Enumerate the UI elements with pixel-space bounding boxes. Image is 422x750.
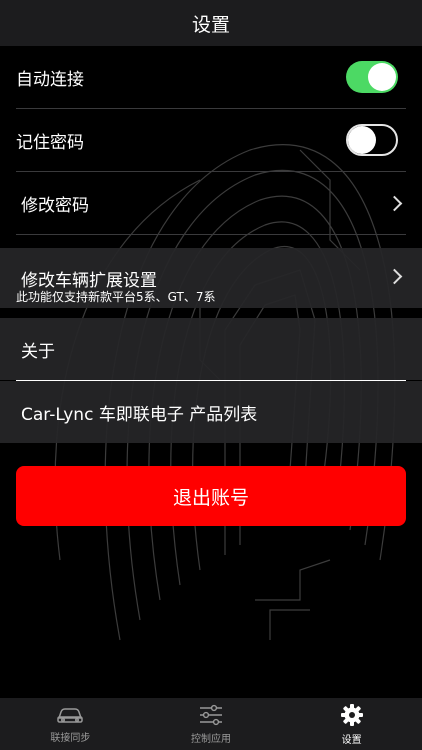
about-label: 关于 (21, 341, 55, 362)
toggle-knob (348, 126, 376, 154)
nav-header: 设置 (0, 0, 422, 46)
change-password-row[interactable]: 修改密码 (0, 172, 422, 234)
change-password-label: 修改密码 (21, 195, 89, 216)
auto-connect-toggle[interactable] (346, 61, 398, 93)
logout-label: 退出账号 (172, 486, 249, 509)
sliders-icon (200, 704, 222, 725)
tab-label: 控制应用 (191, 733, 231, 745)
car-icon (57, 707, 84, 723)
tab-label: 联接同步 (50, 732, 91, 744)
page-title: 设置 (191, 13, 230, 36)
tab-connect-sync[interactable]: 联接同步 (0, 698, 141, 750)
toggle-knob (368, 63, 396, 91)
vehicle-extension-note: 此功能仅支持新款平台5系、GT、7系 (16, 290, 216, 304)
remember-password-toggle[interactable] (346, 124, 398, 156)
chevron-right-icon (386, 268, 403, 285)
gear-icon (340, 703, 363, 726)
about-row[interactable]: 关于 (0, 318, 422, 380)
tab-control-apps[interactable]: 控制应用 (141, 698, 282, 750)
remember-password-label: 记住密码 (16, 132, 84, 153)
chevron-right-icon (386, 195, 403, 211)
tab-settings[interactable]: 设置 (281, 698, 422, 750)
logout-button[interactable]: 退出账号 (16, 466, 406, 526)
product-list-row[interactable]: Car-Lync 车即联电子 产品列表 (0, 381, 422, 443)
tab-bar: 联接同步 控制应用 设置 (0, 698, 422, 750)
auto-connect-label: 自动连接 (16, 69, 84, 90)
remember-password-row: 记住密码 (0, 109, 422, 171)
auto-connect-row: 自动连接 (0, 46, 422, 108)
tab-label: 设置 (341, 734, 362, 746)
divider (16, 234, 406, 235)
vehicle-extension-settings-row[interactable]: 修改车辆扩展设置 此功能仅支持新款平台5系、GT、7系 (0, 248, 422, 308)
product-list-label: Car-Lync 车即联电子 产品列表 (21, 404, 258, 425)
